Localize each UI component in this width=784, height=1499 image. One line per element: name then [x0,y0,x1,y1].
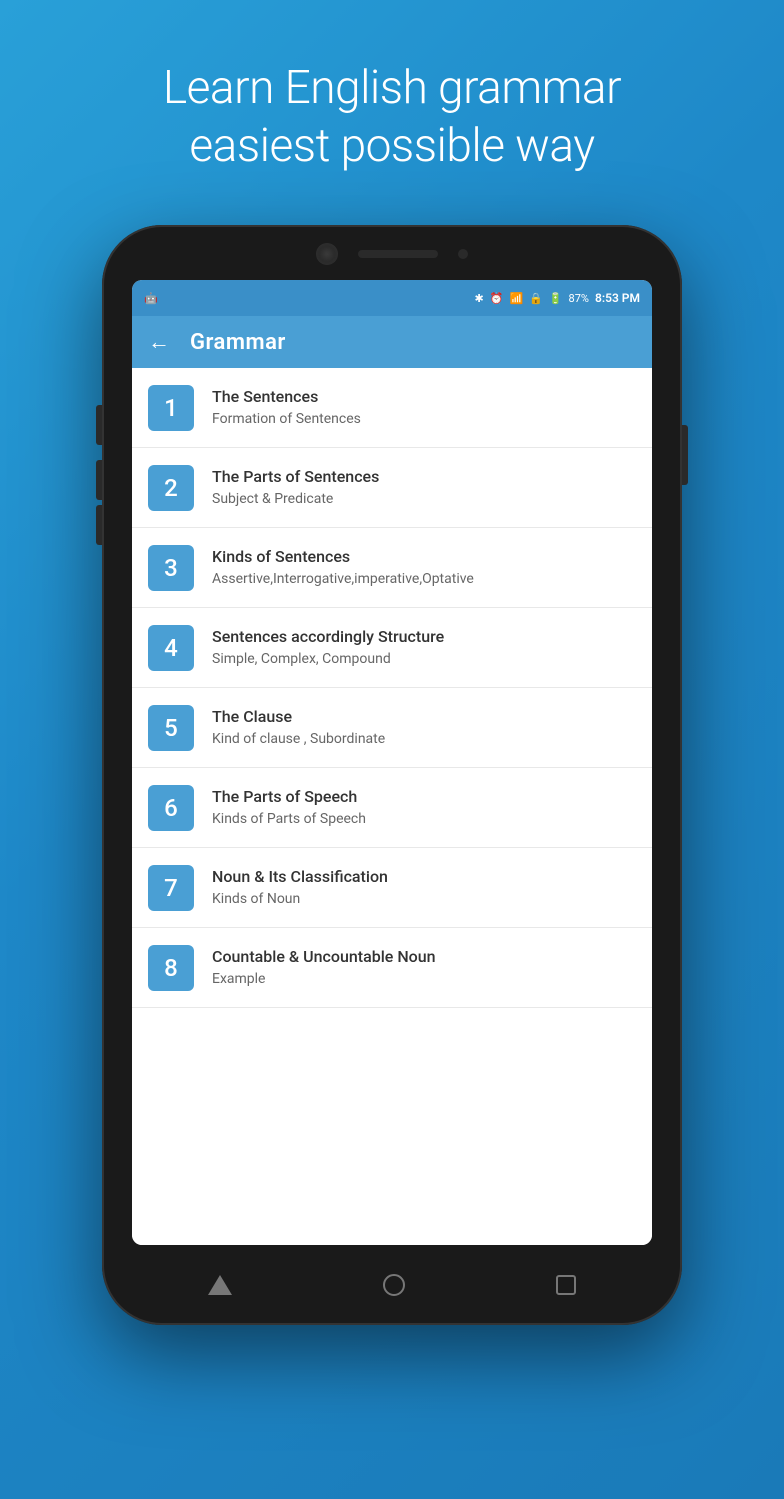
item-text-1: The Sentences Formation of Sentences [212,387,636,428]
item-subtitle-5: Kind of clause , Subordinate [212,730,636,748]
phone-nav-bar [132,1245,652,1325]
item-title-7: Noun & Its Classification [212,867,636,888]
item-title-2: The Parts of Sentences [212,467,636,488]
app-bar: ← Grammar [132,316,652,368]
home-nav-icon[interactable] [383,1274,405,1296]
list-item[interactable]: 1 The Sentences Formation of Sentences [132,368,652,448]
item-title-8: Countable & Uncountable Noun [212,947,636,968]
signal-icon: 📶 [509,292,523,305]
item-subtitle-8: Example [212,970,636,988]
back-nav-icon[interactable] [208,1275,232,1295]
list-item[interactable]: 5 The Clause Kind of clause , Subordinat… [132,688,652,768]
camera [316,243,338,265]
item-text-3: Kinds of Sentences Assertive,Interrogati… [212,547,636,588]
item-title-6: The Parts of Speech [212,787,636,808]
list-item[interactable]: 2 The Parts of Sentences Subject & Predi… [132,448,652,528]
item-subtitle-2: Subject & Predicate [212,490,636,508]
item-text-8: Countable & Uncountable Noun Example [212,947,636,988]
status-right: ✱ ⏰ 📶 🔒 🔋 87% 8:53 PM [475,291,640,305]
item-subtitle-7: Kinds of Noun [212,890,636,908]
status-time: 8:53 PM [595,291,640,305]
phone-shell: 🤖 ✱ ⏰ 📶 🔒 🔋 87% 8:53 PM ← Grammar [102,225,682,1325]
item-number-7: 7 [148,865,194,911]
hero-line2: easiest possible way [189,119,594,173]
sensor [458,249,468,259]
item-number-1: 1 [148,385,194,431]
item-text-2: The Parts of Sentences Subject & Predica… [212,467,636,508]
battery-percent: 87% [569,292,589,305]
item-number-5: 5 [148,705,194,751]
item-title-5: The Clause [212,707,636,728]
item-text-7: Noun & Its Classification Kinds of Noun [212,867,636,908]
item-subtitle-6: Kinds of Parts of Speech [212,810,636,828]
android-icon: 🤖 [144,292,158,305]
status-bar: 🤖 ✱ ⏰ 📶 🔒 🔋 87% 8:53 PM [132,280,652,316]
back-button[interactable]: ← [148,329,170,355]
hero-heading: Learn English grammar easiest possible w… [123,0,661,215]
speaker [358,250,438,258]
item-text-6: The Parts of Speech Kinds of Parts of Sp… [212,787,636,828]
item-number-8: 8 [148,945,194,991]
item-subtitle-3: Assertive,Interrogative,imperative,Optat… [212,570,636,588]
battery-icon: 🔋 [549,292,563,305]
item-title-1: The Sentences [212,387,636,408]
item-number-6: 6 [148,785,194,831]
item-title-4: Sentences accordingly Structure [212,627,636,648]
item-number-2: 2 [148,465,194,511]
item-number-4: 4 [148,625,194,671]
bluetooth-icon: ✱ [475,292,484,305]
alarm-icon: ⏰ [490,292,504,305]
list-item[interactable]: 7 Noun & Its Classification Kinds of Nou… [132,848,652,928]
list-item[interactable]: 8 Countable & Uncountable Noun Example [132,928,652,1008]
grammar-list: 1 The Sentences Formation of Sentences 2… [132,368,652,1245]
item-subtitle-4: Simple, Complex, Compound [212,650,636,668]
list-item[interactable]: 6 The Parts of Speech Kinds of Parts of … [132,768,652,848]
phone-screen: 🤖 ✱ ⏰ 📶 🔒 🔋 87% 8:53 PM ← Grammar [132,280,652,1245]
item-title-3: Kinds of Sentences [212,547,636,568]
phone-top-bar [316,243,468,265]
item-text-4: Sentences accordingly Structure Simple, … [212,627,636,668]
list-item[interactable]: 3 Kinds of Sentences Assertive,Interroga… [132,528,652,608]
phone-device: 🤖 ✱ ⏰ 📶 🔒 🔋 87% 8:53 PM ← Grammar [102,225,682,1325]
item-text-5: The Clause Kind of clause , Subordinate [212,707,636,748]
status-left: 🤖 [144,292,158,305]
item-number-3: 3 [148,545,194,591]
app-bar-title: Grammar [190,330,286,355]
hero-line1: Learn English grammar [163,61,621,115]
lock-icon: 🔒 [529,292,543,305]
list-item[interactable]: 4 Sentences accordingly Structure Simple… [132,608,652,688]
recent-nav-icon[interactable] [556,1275,576,1295]
item-subtitle-1: Formation of Sentences [212,410,636,428]
